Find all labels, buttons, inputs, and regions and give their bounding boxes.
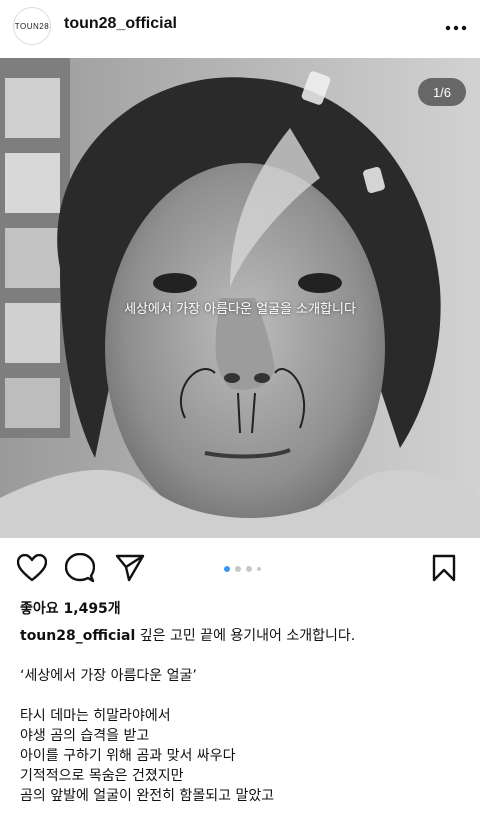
action-bar: [0, 546, 480, 590]
caption-line: 아이를 구하기 위해 곰과 맞서 싸우다: [20, 748, 236, 764]
carousel-dot: [246, 566, 252, 572]
username[interactable]: toun28_official: [64, 15, 177, 33]
caption-line: 곰의 앞발에 얼굴이 완전히 함몰되고 말았고: [20, 788, 275, 804]
carousel-dot: [235, 566, 241, 572]
avatar[interactable]: TOUN28: [13, 7, 51, 45]
caption-line: 타시 데마는 히말라야에서: [20, 708, 171, 724]
image-overlay-text: 세상에서 가장 아름다운 얼굴을 소개합니다: [124, 302, 356, 317]
likes-count[interactable]: 좋아요 1,495개: [20, 598, 121, 618]
carousel-dot: [224, 566, 230, 572]
post-header: TOUN28 toun28_official: [0, 0, 480, 56]
caption-line: ‘세상에서 가장 아름다운 얼굴’: [20, 668, 197, 684]
caption-line: [20, 686, 470, 706]
carousel-dot: [257, 567, 261, 571]
caption-line: 기적적으로 목숨은 건졌지만: [20, 768, 184, 784]
bookmark-icon[interactable]: [428, 552, 460, 584]
more-options-icon[interactable]: [444, 16, 468, 40]
send-icon[interactable]: [114, 552, 146, 584]
caption-first-line: toun28_official 깊은 고민 끝에 용기내어 소개합니다.: [20, 626, 470, 646]
carousel-indicator: [224, 566, 261, 572]
comment-icon[interactable]: [64, 552, 96, 584]
caption-username[interactable]: toun28_official: [20, 628, 135, 644]
caption: toun28_official 깊은 고민 끝에 용기내어 소개합니다. ‘세상…: [20, 626, 470, 806]
avatar-text: TOUN28: [14, 21, 50, 31]
caption-line: 야생 곰의 습격을 받고: [20, 728, 150, 744]
heart-icon[interactable]: [16, 552, 48, 584]
caption-intro: 깊은 고민 끝에 용기내어 소개합니다.: [135, 628, 356, 644]
post-image[interactable]: 1/6 세상에서 가장 아름다운 얼굴을 소개합니다: [0, 58, 480, 538]
image-counter-badge: 1/6: [418, 78, 466, 106]
